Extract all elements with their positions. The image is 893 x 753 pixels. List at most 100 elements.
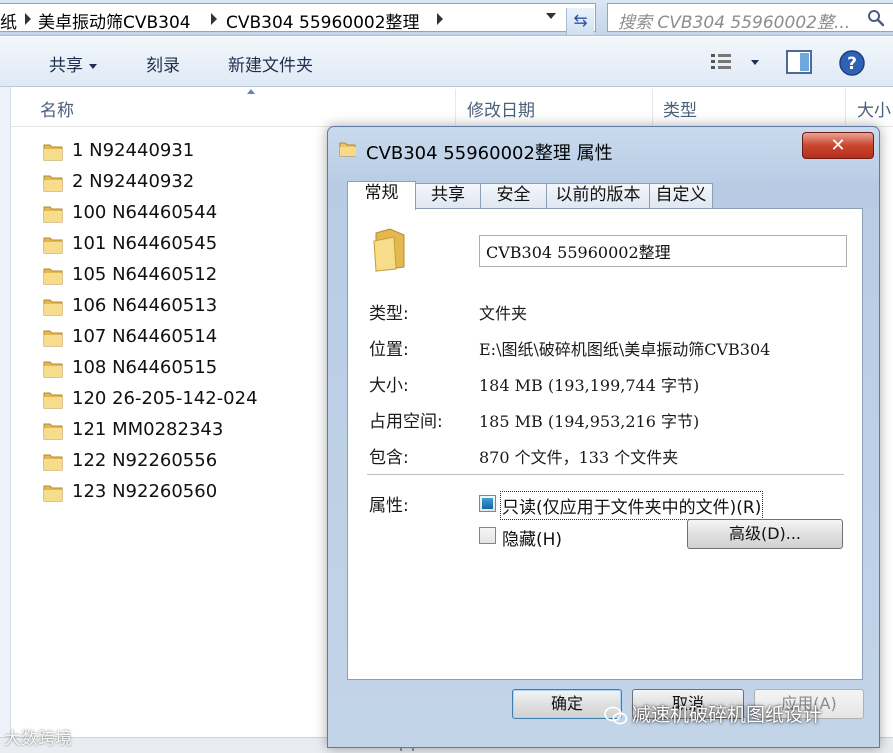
location-value: E:\图纸\破碎机图纸\美卓振动筛CVB304	[479, 340, 771, 359]
search-input[interactable]: 搜索 CVB304 55960002整...	[607, 3, 893, 33]
svg-text:?: ?	[847, 54, 857, 74]
folder-name-field[interactable]	[479, 235, 847, 267]
list-item[interactable]: 122 N92260556	[38, 449, 318, 477]
folder-icon	[43, 392, 63, 409]
caret-down-icon	[89, 63, 97, 69]
folder-icon	[43, 268, 63, 285]
file-name: 120 26-205-142-024	[72, 388, 258, 409]
folder-icon	[43, 361, 63, 378]
column-header-size[interactable]: 大小	[857, 96, 891, 121]
properties-dialog: CVB304 55960002整理 属性 ✕ 常规 共享 安全 以前的版本 自定…	[327, 126, 880, 748]
search-icon[interactable]	[867, 9, 885, 27]
column-header-modified[interactable]: 修改日期	[467, 96, 535, 121]
address-bar: 纸 美卓振动筛CVB304 CVB304 55960002整理 ⇆ 搜索 CVB…	[0, 0, 893, 36]
attributes-label: 属性:	[369, 496, 409, 516]
command-bar: 共享 刻录 新建文件夹 ?	[0, 37, 893, 87]
hidden-checkbox-label[interactable]: 隐藏(H)	[502, 525, 562, 550]
file-name: 101 N64460545	[72, 233, 218, 254]
list-item[interactable]: 107 N64460514	[38, 325, 318, 353]
file-name: 121 MM0282343	[72, 419, 224, 440]
folder-icon	[43, 454, 63, 471]
view-dropdown-icon[interactable]	[751, 60, 759, 65]
wechat-icon	[604, 706, 628, 724]
type-value: 文件夹	[479, 304, 528, 323]
tab-previous-versions[interactable]: 以前的版本	[546, 183, 650, 208]
list-item[interactable]: 101 N64460545	[38, 232, 318, 260]
preview-pane-icon[interactable]	[786, 50, 812, 74]
readonly-checkbox[interactable]	[479, 495, 496, 512]
tab-customize[interactable]: 自定义	[649, 183, 713, 208]
file-name: 100 N64460544	[72, 202, 218, 223]
breadcrumb-item[interactable]: CVB304 55960002整理	[226, 8, 420, 33]
divider	[367, 474, 844, 475]
list-item[interactable]: 2 N92440932	[38, 170, 318, 198]
folder-icon	[43, 330, 63, 347]
contains-label: 包含:	[369, 448, 409, 468]
readonly-checkbox-label[interactable]: 只读(仅应用于文件夹中的文件)(R)	[499, 491, 764, 520]
view-options-icon[interactable]	[710, 53, 734, 71]
file-name: 123 N92260560	[72, 481, 218, 502]
burn-button[interactable]: 刻录	[146, 51, 180, 76]
refresh-icon[interactable]: ⇆	[566, 8, 594, 35]
breadcrumb[interactable]: 纸 美卓振动筛CVB304 CVB304 55960002整理 ⇆	[0, 3, 596, 35]
folder-icon	[43, 485, 63, 502]
sort-indicator-icon	[247, 89, 255, 94]
list-item[interactable]: 123 N92260560	[38, 480, 318, 508]
new-folder-button[interactable]: 新建文件夹	[228, 51, 313, 76]
breadcrumb-item[interactable]: 纸	[0, 8, 17, 33]
list-item[interactable]: 105 N64460512	[38, 263, 318, 291]
file-name: 1 N92440931	[72, 140, 195, 161]
search-placeholder: 搜索 CVB304 55960002整...	[618, 13, 851, 33]
close-button[interactable]: ✕	[802, 132, 874, 159]
size-label: 大小:	[369, 376, 409, 396]
column-divider[interactable]	[845, 89, 846, 125]
general-tab-panel: 类型: 文件夹 位置: E:\图纸\破碎机图纸\美卓振动筛CVB304 大小: …	[347, 208, 863, 680]
folder-icon	[43, 299, 63, 316]
chevron-down-icon[interactable]	[546, 13, 556, 19]
folder-icon	[43, 206, 63, 223]
column-header-name[interactable]: 名称	[40, 96, 74, 121]
type-label: 类型:	[369, 304, 409, 324]
breadcrumb-item[interactable]: 美卓振动筛CVB304	[38, 8, 191, 33]
navigation-pane[interactable]	[0, 87, 11, 737]
share-menu-button[interactable]: 共享	[49, 51, 97, 76]
tab-sharing[interactable]: 共享	[415, 183, 481, 208]
folder-icon	[43, 237, 63, 254]
watermark-left: 大数跨境	[4, 724, 72, 749]
list-item[interactable]: 100 N64460544	[38, 201, 318, 229]
chevron-right-icon[interactable]	[211, 13, 217, 25]
help-icon[interactable]: ?	[838, 49, 866, 77]
list-item[interactable]: 108 N64460515	[38, 356, 318, 384]
folder-icon	[43, 423, 63, 440]
disk-size-value: 185 MB (194,953,216 字节)	[479, 412, 700, 431]
dialog-title: CVB304 55960002整理 属性	[366, 143, 613, 164]
tab-general[interactable]: 常规	[347, 181, 416, 210]
disk-size-label: 占用空间:	[369, 412, 443, 432]
advanced-button[interactable]: 高级(D)...	[687, 519, 843, 549]
location-label: 位置:	[369, 340, 409, 360]
file-name: 108 N64460515	[72, 357, 218, 378]
column-header-type[interactable]: 类型	[663, 96, 697, 121]
column-divider[interactable]	[652, 89, 653, 125]
watermark-right: 减速机破碎机图纸设计	[604, 700, 822, 727]
file-name: 105 N64460512	[72, 264, 218, 285]
tab-security[interactable]: 安全	[480, 183, 547, 208]
chevron-right-icon[interactable]	[25, 13, 31, 25]
file-name: 107 N64460514	[72, 326, 218, 347]
watermark-right-text: 减速机破碎机图纸设计	[632, 704, 823, 726]
folder-name-input[interactable]	[480, 236, 846, 266]
list-item[interactable]: 121 MM0282343	[38, 418, 318, 446]
contains-value: 870 个文件，133 个文件夹	[479, 448, 679, 467]
chevron-right-icon[interactable]	[437, 13, 443, 25]
list-item[interactable]: 106 N64460513	[38, 294, 318, 322]
list-item[interactable]: 120 26-205-142-024	[38, 387, 318, 415]
list-item[interactable]: 1 N92440931	[38, 139, 318, 167]
file-name: 2 N92440932	[72, 171, 195, 192]
share-menu-label: 共享	[49, 56, 83, 76]
column-divider[interactable]	[455, 89, 456, 125]
size-value: 184 MB (193,199,744 字节)	[479, 376, 700, 395]
folder-icon	[43, 175, 63, 192]
column-headers: 名称 修改日期 类型 大小	[11, 87, 893, 127]
hidden-checkbox[interactable]	[479, 527, 496, 544]
folder-icon	[339, 142, 356, 157]
